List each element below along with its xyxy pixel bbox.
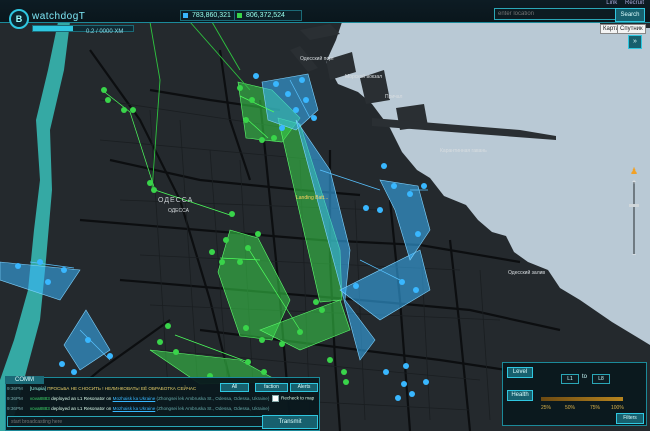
health-mark: 50% bbox=[565, 405, 576, 411]
resistance-score: 783,860,321 bbox=[180, 10, 235, 21]
level-from-select[interactable]: L1 bbox=[561, 374, 579, 384]
zoom-slider-track[interactable] bbox=[633, 182, 635, 254]
place-label: Карантинная гавань bbox=[440, 148, 487, 154]
city-label-small: ОДЕССА bbox=[168, 208, 189, 214]
zoom-in-icon[interactable]: + bbox=[629, 178, 639, 188]
header-links: Link Recruit bbox=[600, 0, 644, 6]
health-mark: 100% bbox=[611, 405, 624, 411]
zoom-out-icon[interactable]: − bbox=[629, 251, 639, 261]
recheck-checkbox[interactable] bbox=[272, 395, 279, 402]
health-mark: 25% bbox=[541, 405, 552, 411]
pegman-icon[interactable]: ♟ bbox=[629, 166, 639, 176]
location-search-input[interactable] bbox=[494, 8, 620, 20]
filter-alerts-button[interactable]: Alerts bbox=[290, 383, 318, 392]
filters-button[interactable]: Filters bbox=[616, 413, 644, 424]
health-mark: 75% bbox=[590, 405, 601, 411]
app-logo: B bbox=[9, 9, 29, 29]
transmit-button[interactable]: Transmit bbox=[262, 415, 318, 429]
level-to-text: to bbox=[582, 374, 588, 380]
recheck-toggle[interactable]: Recheck to map bbox=[272, 395, 314, 402]
enlightened-icon bbox=[237, 13, 242, 18]
health-label: Health bbox=[507, 390, 533, 401]
expand-icon[interactable]: » bbox=[628, 35, 642, 49]
log-row: 9:36PM [Urupia] ПРОСЬБА НЕ СНОСИТЬ ! НЕЛИ… bbox=[7, 386, 197, 391]
map-type-satellite-button[interactable]: Спутник bbox=[617, 24, 646, 34]
place-label: Одесский порт bbox=[300, 56, 335, 62]
log-row: 9:36PM vova8883 deployed an L1 Resonator … bbox=[7, 396, 270, 401]
comm-tab[interactable]: COMM bbox=[5, 376, 44, 384]
log-row: 9:36PM vova8883 deployed an L1 Resonator … bbox=[7, 406, 270, 411]
resistance-icon bbox=[183, 13, 188, 18]
app-window: ОДЕССА ОДЕССА Landing Batt... Одесский п… bbox=[0, 0, 650, 431]
zoom-slider-handle[interactable] bbox=[629, 204, 639, 207]
portal-link[interactable]: Mozhaisk ka Ukraine bbox=[113, 396, 156, 401]
health-slider[interactable] bbox=[541, 397, 623, 401]
xm-progress-text: 0.2 / 0000 XM bbox=[86, 29, 124, 35]
place-label: Одесский залив bbox=[508, 270, 546, 276]
level-to-select[interactable]: L8 bbox=[592, 374, 610, 384]
city-label: ОДЕССА bbox=[158, 197, 194, 204]
place-label: Морской вокзал bbox=[345, 74, 383, 80]
portal-link[interactable]: Mozhaisk ka Ukraine bbox=[113, 406, 156, 411]
place-label: Причал bbox=[385, 94, 403, 100]
portal-label[interactable]: Landing Batt... bbox=[296, 195, 328, 201]
enlightened-score: 806,372,524 bbox=[234, 10, 302, 21]
broadcast-input[interactable] bbox=[7, 416, 263, 427]
link-link[interactable]: Link bbox=[606, 0, 617, 6]
app-title: watchdogT bbox=[32, 11, 86, 22]
search-button[interactable]: Search bbox=[615, 8, 645, 22]
level-label: Level bbox=[507, 367, 533, 378]
recruit-link[interactable]: Recruit bbox=[625, 0, 644, 6]
